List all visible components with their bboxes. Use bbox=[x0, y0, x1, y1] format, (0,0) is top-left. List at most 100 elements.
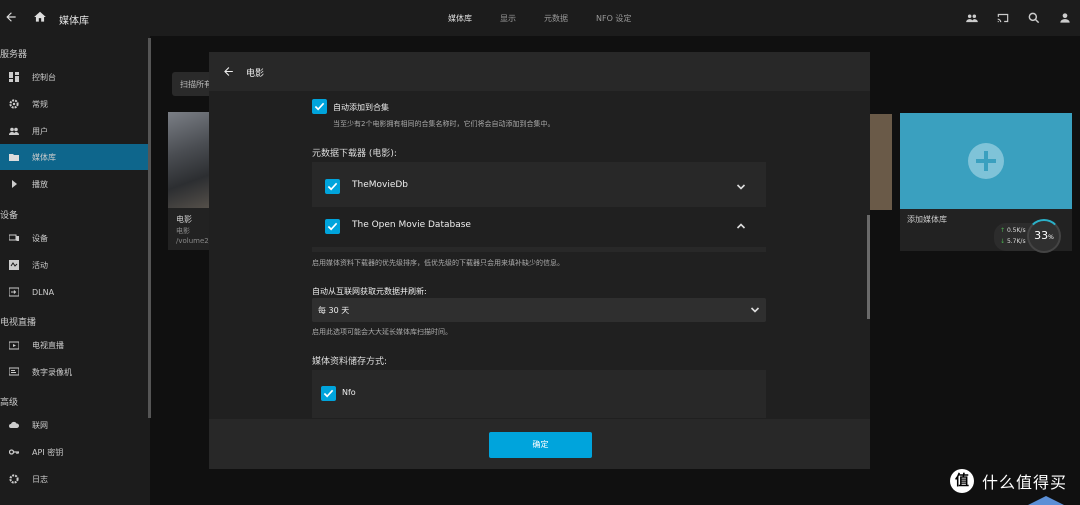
search-icon[interactable] bbox=[1027, 11, 1041, 25]
upload-speed: ↑ 0.5K/s bbox=[1000, 227, 1026, 234]
upload-speed-unit: K/s bbox=[1016, 227, 1026, 234]
tab-library[interactable]: 媒体库 bbox=[448, 13, 472, 24]
sidebar-item-logs[interactable]: 日志 bbox=[0, 466, 150, 492]
sidebar-item-dlna[interactable]: DLNA bbox=[0, 279, 150, 305]
add-library-tile bbox=[900, 113, 1072, 209]
dialog-scrollbar[interactable] bbox=[867, 215, 870, 319]
auto-collection-hint: 当至少有2个电影拥有相同的合集名称时，它们将会自动添加到合集中。 bbox=[333, 120, 555, 128]
log-icon bbox=[9, 474, 19, 484]
sidebar-item-general[interactable]: 常规 bbox=[0, 91, 150, 117]
downloader-checkbox[interactable] bbox=[325, 179, 340, 194]
metadata-downloaders-list: TheMovieDb The Open Movie Database bbox=[312, 162, 766, 252]
sidebar: 服务器 控制台 常规 用户 媒体库 播放 设备 设备 活动 DLNA 电视直播 … bbox=[0, 36, 150, 505]
metadata-savers-list: Nfo bbox=[312, 370, 766, 418]
sidebar-item-dvr[interactable]: 数字录像机 bbox=[0, 359, 150, 385]
download-speed: ↓ 5.7K/s bbox=[1000, 238, 1026, 245]
header-actions bbox=[965, 11, 1072, 25]
sidebar-item-label: 数字录像机 bbox=[32, 367, 72, 377]
sidebar-item-label: 活动 bbox=[32, 260, 48, 270]
dialog-footer: 确定 bbox=[209, 419, 870, 469]
sidebar-item-live-tv[interactable]: 电视直播 bbox=[0, 332, 150, 358]
watermark-logo: 值 bbox=[950, 469, 974, 493]
downloader-row-themoviedb[interactable]: TheMovieDb bbox=[312, 167, 766, 207]
back-arrow-icon[interactable] bbox=[222, 65, 235, 78]
library-thumbnail bbox=[168, 112, 210, 208]
auto-collection-label: 自动添加到合集 bbox=[333, 103, 389, 112]
sidebar-item-label: 电视直播 bbox=[32, 340, 64, 350]
sidebar-item-activity[interactable]: 活动 bbox=[0, 252, 150, 278]
sidebar-item-label: 联网 bbox=[32, 420, 48, 430]
sidebar-item-label: 媒体库 bbox=[32, 152, 56, 162]
dvr-icon bbox=[9, 367, 19, 376]
library-type: 电影 bbox=[176, 227, 190, 235]
activity-icon bbox=[9, 260, 19, 270]
savers-heading: 媒体资料储存方式: bbox=[312, 357, 388, 367]
dashboard-icon bbox=[9, 72, 19, 82]
auto-collection-checkbox[interactable] bbox=[312, 99, 327, 114]
dialog-header: 电影 bbox=[209, 52, 870, 91]
sidebar-item-playback[interactable]: 播放 bbox=[0, 171, 150, 197]
sidebar-item-label: 设备 bbox=[32, 233, 48, 243]
sidebar-item-api-keys[interactable]: API 密钥 bbox=[0, 439, 150, 465]
sidebar-item-users[interactable]: 用户 bbox=[0, 118, 150, 144]
sidebar-item-networking[interactable]: 联网 bbox=[0, 412, 150, 438]
library-card-movies[interactable]: 电影 电影 /volume2/ bbox=[168, 112, 210, 250]
back-arrow-icon[interactable] bbox=[4, 10, 18, 24]
sidebar-heading-advanced: 高级 bbox=[0, 398, 19, 408]
dialog-title: 电影 bbox=[246, 69, 265, 79]
refresh-hint: 启用此选项可能会大大延长媒体库扫描时间。 bbox=[312, 328, 452, 336]
downloader-checkbox[interactable] bbox=[325, 219, 340, 234]
library-settings-dialog: 电影 自动添加到合集 当至少有2个电影拥有相同的合集名称时，它们将会自动添加到合… bbox=[209, 52, 870, 469]
sync-play-icon[interactable] bbox=[965, 11, 979, 25]
ok-button[interactable]: 确定 bbox=[489, 432, 592, 458]
download-speed-unit: K/s bbox=[1016, 238, 1026, 245]
downloaders-hint: 启用媒体资料下载器的优先级排序，低优先级的下载器只会用来填补缺少的信息。 bbox=[312, 259, 564, 267]
sidebar-scrollbar[interactable] bbox=[148, 38, 151, 418]
sidebar-item-label: DLNA bbox=[32, 287, 55, 297]
gear-icon bbox=[9, 99, 19, 109]
home-icon[interactable] bbox=[33, 10, 47, 24]
play-icon bbox=[12, 180, 17, 188]
gauge-value: 33 bbox=[1034, 229, 1049, 242]
checkmark-icon bbox=[323, 389, 334, 398]
checkmark-icon bbox=[327, 222, 338, 231]
refresh-label: 自动从互联网获取元数据并刷新: bbox=[312, 287, 427, 296]
top-app-bar: 媒体库 媒体库 显示 元数据 NFO 设定 bbox=[0, 0, 1080, 36]
devices-icon bbox=[9, 234, 19, 241]
cloud-icon bbox=[9, 421, 19, 428]
saver-name: Nfo bbox=[342, 388, 356, 397]
downloader-name: TheMovieDb bbox=[352, 180, 409, 190]
sidebar-item-dashboard[interactable]: 控制台 bbox=[0, 64, 150, 90]
folder-icon bbox=[9, 154, 19, 161]
corner-decoration bbox=[1022, 496, 1070, 505]
checkmark-icon bbox=[327, 182, 338, 191]
watermark: 值 什么值得买 bbox=[950, 468, 1067, 494]
header-tabs: 媒体库 显示 元数据 NFO 设定 bbox=[448, 13, 659, 24]
nfo-checkbox[interactable] bbox=[321, 386, 336, 401]
sidebar-item-label: API 密钥 bbox=[32, 447, 64, 457]
sidebar-item-label: 日志 bbox=[32, 474, 48, 484]
cpu-usage-gauge: 33% bbox=[1027, 219, 1061, 253]
key-icon bbox=[9, 449, 19, 455]
sidebar-item-devices[interactable]: 设备 bbox=[0, 225, 150, 251]
tab-metadata[interactable]: 元数据 bbox=[544, 13, 568, 24]
refresh-interval-select[interactable]: 每 30 天 bbox=[312, 298, 766, 322]
sidebar-item-libraries[interactable]: 媒体库 bbox=[0, 144, 150, 170]
gauge-unit: % bbox=[1048, 234, 1054, 241]
plus-icon bbox=[968, 143, 1004, 179]
downloaders-heading: 元数据下载器 (电影): bbox=[312, 149, 397, 159]
tab-nfo-settings[interactable]: NFO 设定 bbox=[596, 13, 631, 24]
sidebar-item-label: 控制台 bbox=[32, 72, 56, 82]
user-icon[interactable] bbox=[1058, 11, 1072, 25]
live-tv-icon bbox=[9, 341, 19, 350]
sidebar-item-label: 常规 bbox=[32, 99, 48, 109]
chevron-down-icon[interactable] bbox=[736, 182, 746, 192]
page-title: 媒体库 bbox=[59, 16, 89, 27]
downloader-row-omdb[interactable]: The Open Movie Database bbox=[312, 207, 766, 247]
watermark-text: 什么值得买 bbox=[982, 473, 1068, 492]
dlna-icon bbox=[9, 287, 19, 297]
cast-icon[interactable] bbox=[996, 11, 1010, 25]
download-arrow-icon: ↓ bbox=[1000, 238, 1007, 245]
chevron-up-icon[interactable] bbox=[736, 221, 746, 231]
tab-display[interactable]: 显示 bbox=[500, 13, 516, 24]
